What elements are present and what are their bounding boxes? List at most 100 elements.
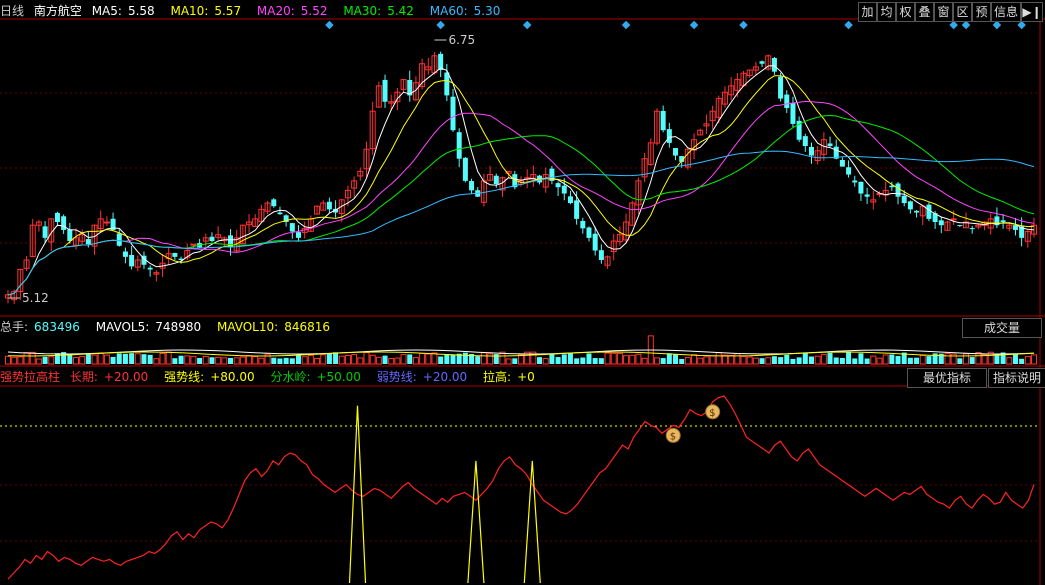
candle-body <box>846 167 852 175</box>
volume-bar <box>673 354 679 364</box>
volume-bar <box>802 352 808 364</box>
volume-bar <box>382 355 388 364</box>
candle-body <box>277 212 283 215</box>
volume-bar <box>555 357 561 364</box>
volume-bar <box>487 353 494 365</box>
volume-bar <box>684 357 691 365</box>
candle-body <box>567 196 573 204</box>
volume-bar <box>202 355 209 365</box>
volume-bar <box>561 354 567 364</box>
volume-bar <box>697 357 704 365</box>
toolbar-rights-button[interactable]: 权 <box>896 2 915 22</box>
candle-body <box>469 181 475 191</box>
toolbar-average-button[interactable]: 均 <box>877 2 896 22</box>
toolbar-forecast-button[interactable]: 预 <box>972 2 991 22</box>
mavol5-legend: MAVOL5: 748980 <box>95 320 202 334</box>
volume-bar <box>375 356 382 365</box>
volume-bar <box>134 353 141 365</box>
volume-total: 总手: 683496 <box>0 320 80 334</box>
money-bag-glyph: $ <box>670 431 676 442</box>
signal-diamond <box>436 20 445 30</box>
candle-body <box>295 232 301 238</box>
candle-body <box>271 199 277 207</box>
volume-bar <box>42 356 48 364</box>
param-lift: 拉高: +0 <box>483 370 535 384</box>
volume-bar <box>165 351 172 365</box>
candle-body <box>574 200 580 219</box>
candle-body <box>116 233 122 246</box>
toolbar-window-button[interactable]: 窗 <box>934 2 953 22</box>
volume-header: 总手: 683496 MAVOL5: 748980 MAVOL10: 846816 <box>0 318 342 336</box>
candle-body <box>444 72 450 96</box>
candle-body <box>802 136 808 147</box>
candle-body <box>326 201 332 210</box>
volume-bar <box>394 357 401 365</box>
volume-bar <box>283 357 289 364</box>
volume-bar <box>833 357 839 364</box>
volume-bar <box>746 356 753 365</box>
volume-bar <box>159 352 166 365</box>
candle-body <box>839 160 845 167</box>
signal-diamond <box>961 20 971 30</box>
volume-bar <box>1012 353 1018 364</box>
toolbar-add-button[interactable]: 加 <box>858 2 877 22</box>
period-label[interactable]: 日线 <box>0 4 24 18</box>
indicator-help-button[interactable]: 指标说明 <box>988 368 1045 388</box>
volume-bar <box>963 353 970 365</box>
candle-body <box>957 225 963 227</box>
volume-bar <box>147 354 153 364</box>
indicator-lines: $$ <box>7 395 1035 584</box>
volume-bar <box>221 357 228 365</box>
toolbar-info-button[interactable]: 信息 <box>991 2 1021 22</box>
ma30-legend: MA30: 5.42 <box>343 4 414 18</box>
indicator-name[interactable]: 强势拉高柱 <box>0 370 60 384</box>
volume-bar <box>919 354 926 365</box>
best-indicator-button[interactable]: 最优指标 <box>907 368 987 388</box>
candle-body <box>969 228 975 230</box>
volume-bar <box>431 352 438 365</box>
volume-bar <box>542 358 549 365</box>
volume-bar <box>846 352 852 364</box>
candle-body <box>54 212 60 223</box>
param-weak-line: 弱势线: +20.00 <box>376 370 468 384</box>
volume-bar <box>400 354 407 365</box>
volume-bar <box>246 355 253 365</box>
candle-body <box>827 143 833 147</box>
volume-bar <box>215 356 222 365</box>
volume-bar <box>369 354 376 365</box>
candle-body <box>289 223 295 232</box>
candle-body <box>660 110 666 131</box>
volume-bar <box>11 356 18 365</box>
signal-diamond <box>1017 20 1026 30</box>
volume-bar <box>29 351 36 365</box>
toolbar-exit-icon[interactable]: ▶❙ <box>1021 2 1043 22</box>
toolbar-overlay-button[interactable]: 叠 <box>915 2 934 22</box>
volume-bar <box>616 352 623 365</box>
toolbar-range-button[interactable]: 区 <box>953 2 972 22</box>
volume-bar <box>23 352 30 365</box>
volume-bar <box>184 355 191 365</box>
volume-bar <box>914 357 920 364</box>
candle-body <box>1000 220 1006 223</box>
chart-canvas: $$ 6.755.12 <box>0 18 1045 585</box>
volume-bar <box>295 354 301 364</box>
signal-diamond <box>689 20 699 30</box>
volume-bar <box>623 355 630 365</box>
volume-bar <box>653 357 660 365</box>
volume-bar <box>604 352 611 365</box>
volume-bar <box>703 356 710 365</box>
volume-indicator-button[interactable]: 成交量 <box>962 318 1042 338</box>
volume-bar <box>54 353 60 364</box>
signal-diamond <box>621 20 631 30</box>
volume-bar <box>252 356 259 365</box>
volume-bar <box>153 358 160 365</box>
volume-bar <box>48 356 55 365</box>
volume-bar <box>320 354 327 365</box>
volume-bar <box>537 357 543 364</box>
candle-body <box>864 194 870 197</box>
volume-bar <box>363 352 370 365</box>
signal-diamond <box>522 20 532 30</box>
volume-bar <box>660 358 666 364</box>
volume-bar <box>586 353 592 364</box>
volume-bar <box>1024 356 1031 365</box>
